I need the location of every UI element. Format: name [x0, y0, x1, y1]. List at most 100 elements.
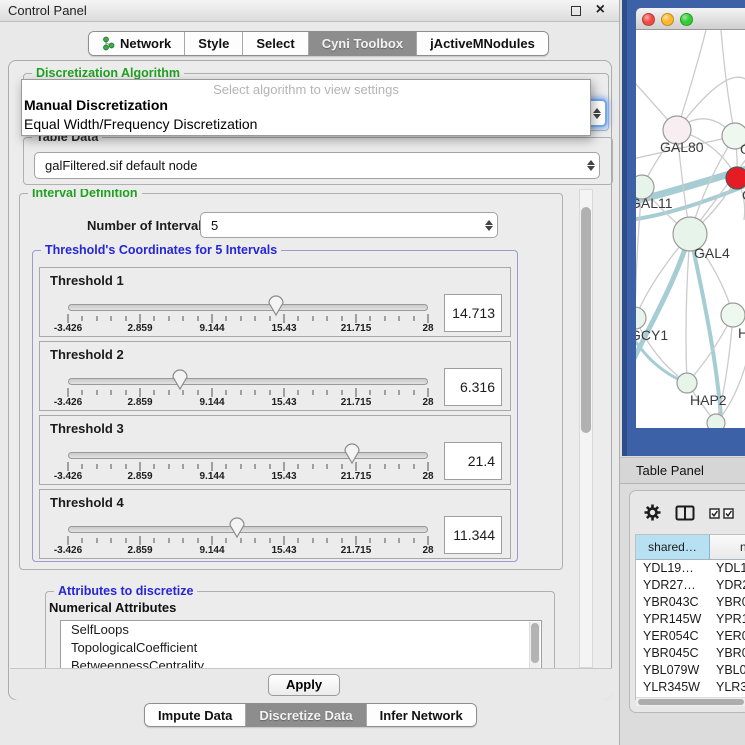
- tick-mark: [428, 536, 429, 545]
- list-scrollbar[interactable]: [529, 622, 540, 668]
- table-cell[interactable]: YBL0: [710, 662, 745, 679]
- gear-icon[interactable]: [644, 504, 661, 524]
- checkbox-icon[interactable]: [709, 507, 720, 522]
- list-item-betweennesscentrality[interactable]: BetweennessCentrality: [61, 657, 541, 668]
- popup-item-equal-width-frequency[interactable]: Equal Width/Frequency Discretization: [22, 116, 590, 135]
- tick-mark: [428, 462, 429, 471]
- table-row[interactable]: YER054CYER0: [636, 628, 745, 645]
- table-cell[interactable]: YER054C: [636, 628, 710, 645]
- tick-label: -3.426: [54, 323, 82, 334]
- table-cell[interactable]: YBR0: [710, 594, 745, 611]
- table-cell[interactable]: YLR345W: [636, 679, 710, 696]
- tick-mark: [399, 390, 400, 395]
- tab-network[interactable]: Network: [89, 32, 184, 55]
- table-row[interactable]: YBR043CYBR0: [636, 594, 745, 611]
- tick-mark: [68, 314, 69, 323]
- table-data-group: Table Data galFiltered.sif default node: [23, 137, 613, 185]
- tick-mark: [154, 316, 155, 321]
- tick-mark: [413, 538, 414, 543]
- bottom-tab-impute-data[interactable]: Impute Data: [145, 704, 245, 726]
- node-label: HAP2: [690, 392, 727, 408]
- table-cell[interactable]: YBR0: [710, 645, 745, 662]
- slider-track[interactable]: [68, 452, 428, 459]
- table-cell[interactable]: YBR043C: [636, 594, 710, 611]
- column-header-shared-name[interactable]: shared…: [636, 535, 710, 559]
- table-row[interactable]: YBL079WYBL0: [636, 662, 745, 679]
- list-item-topologicalcoefficient[interactable]: TopologicalCoefficient: [61, 639, 541, 657]
- tab-label: Style: [198, 36, 229, 51]
- table-row[interactable]: YDR27…YDR2: [636, 577, 745, 594]
- vertical-scrollbar[interactable]: [579, 189, 593, 668]
- node-label: GAL80: [660, 139, 704, 155]
- close-icon[interactable]: ×: [596, 1, 605, 19]
- table-row[interactable]: YBR045CYBR0: [636, 645, 745, 662]
- node-table: shared… n YDL19…YDL1YDR27…YDR2YBR043CYBR…: [635, 534, 745, 700]
- threshold-value-field[interactable]: 6.316: [444, 368, 502, 406]
- tick-mark: [327, 464, 328, 469]
- table-cell[interactable]: YBL079W: [636, 662, 710, 679]
- number-of-intervals-select[interactable]: 5: [200, 212, 498, 238]
- float-window-icon[interactable]: [571, 6, 581, 16]
- table-cell[interactable]: YER0: [710, 628, 745, 645]
- tick-mark: [240, 390, 241, 395]
- table-row[interactable]: YDL19…YDL1: [636, 560, 745, 577]
- tick-mark: [399, 464, 400, 469]
- tick-label: 28: [422, 397, 433, 408]
- network-edge[interactable]: [686, 234, 690, 383]
- bottom-tab-infer-network[interactable]: Infer Network: [366, 704, 476, 726]
- tick-mark: [399, 538, 400, 543]
- tab-jactivemnodules[interactable]: jActiveMNodules: [416, 32, 548, 55]
- split-columns-icon[interactable]: [675, 505, 695, 524]
- table-row[interactable]: YLR345WYLR3: [636, 679, 745, 696]
- tick-mark: [226, 390, 227, 395]
- tick-mark: [327, 316, 328, 321]
- network-canvas[interactable]: GAL80GACGAL11GAL4GCY1HHAP2: [636, 30, 745, 428]
- table-cell[interactable]: YDR2: [710, 577, 745, 594]
- network-node[interactable]: [721, 303, 745, 327]
- table-cell[interactable]: YPR145W: [636, 611, 710, 628]
- popup-item-manual-discretization[interactable]: Manual Discretization: [22, 97, 590, 116]
- threshold-label: Threshold 4: [50, 495, 124, 510]
- tick-mark: [240, 316, 241, 321]
- table-cell[interactable]: YLR3: [710, 679, 745, 696]
- horizontal-scrollbar[interactable]: [636, 697, 745, 706]
- minimize-traffic-light-icon[interactable]: [661, 13, 674, 26]
- close-traffic-light-icon[interactable]: [642, 13, 655, 26]
- apply-button[interactable]: Apply: [268, 674, 340, 696]
- table-cell[interactable]: YPR1: [710, 611, 745, 628]
- numerical-attributes-list[interactable]: SelfLoopsTopologicalCoefficientBetweenne…: [60, 620, 542, 668]
- list-item-selfloops[interactable]: SelfLoops: [61, 621, 541, 639]
- tab-select[interactable]: Select: [242, 32, 307, 55]
- zoom-traffic-light-icon[interactable]: [680, 13, 693, 26]
- tick-mark: [356, 388, 357, 397]
- table-cell[interactable]: YDL1: [710, 560, 745, 577]
- tab-style[interactable]: Style: [184, 32, 242, 55]
- table-cell[interactable]: YBR045C: [636, 645, 710, 662]
- tick-mark: [413, 464, 414, 469]
- network-node[interactable]: [726, 167, 745, 189]
- network-edge[interactable]: [677, 30, 706, 130]
- network-node[interactable]: [707, 414, 725, 428]
- slider-ticks: [68, 314, 428, 323]
- control-panel-titlebar: Control Panel ×: [0, 0, 619, 22]
- network-node[interactable]: [677, 373, 697, 393]
- network-node[interactable]: [636, 307, 646, 329]
- column-header-name[interactable]: n: [710, 535, 745, 559]
- number-of-intervals-label: Number of Intervals: [87, 218, 209, 233]
- slider-track[interactable]: [68, 378, 428, 385]
- slider-track[interactable]: [68, 304, 428, 311]
- slider-track[interactable]: [68, 526, 428, 533]
- table-cell[interactable]: YDR27…: [636, 577, 710, 594]
- threshold-value-field[interactable]: 11.344: [444, 516, 502, 554]
- checkbox-icon[interactable]: [723, 507, 734, 522]
- table-cell[interactable]: YDL19…: [636, 560, 710, 577]
- threshold-value-field[interactable]: 14.713: [444, 294, 502, 332]
- table-row[interactable]: YPR145WYPR1: [636, 611, 745, 628]
- threshold-value-field[interactable]: 21.4: [444, 442, 502, 480]
- threshold-panel: Threshold 1 -3.4262.8599.14415.4321.7152…: [39, 267, 511, 337]
- table-data-select[interactable]: galFiltered.sif default node: [34, 152, 600, 179]
- tab-cyni-toolbox[interactable]: Cyni Toolbox: [308, 32, 416, 55]
- tick-mark: [212, 536, 213, 545]
- bottom-tab-discretize-data[interactable]: Discretize Data: [245, 704, 365, 726]
- tick-mark: [312, 464, 313, 469]
